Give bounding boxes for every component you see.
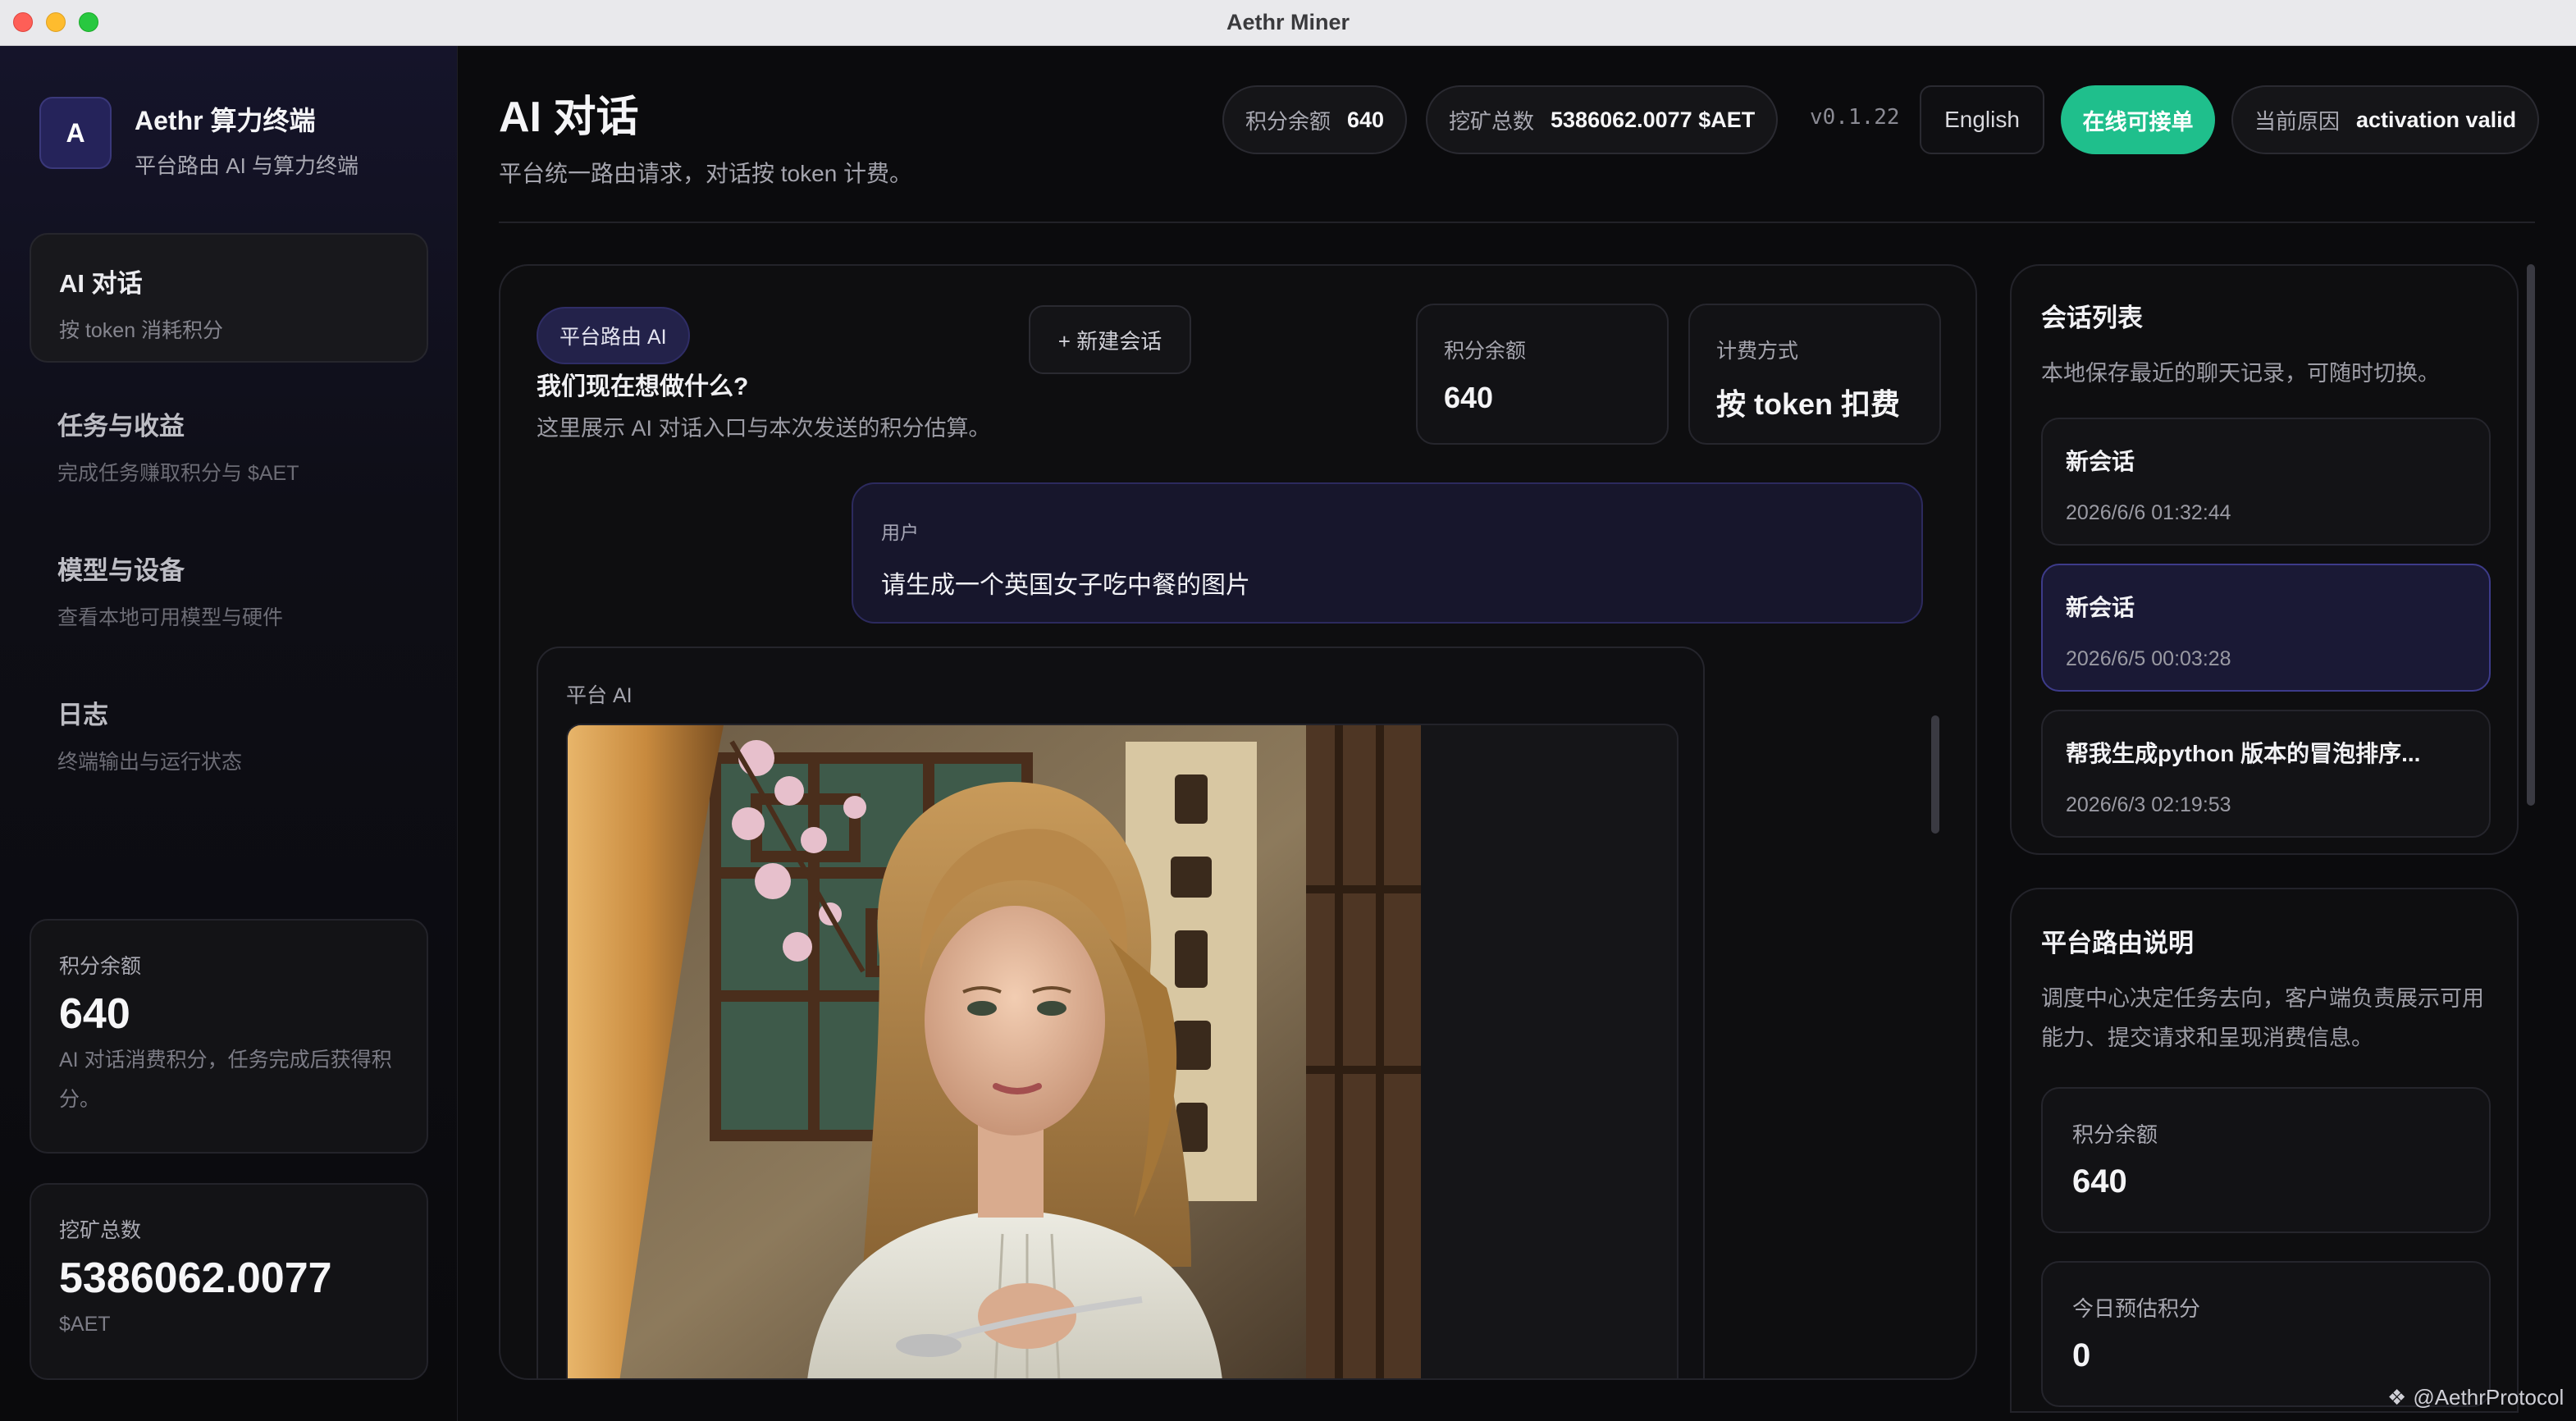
message-text: 请生成一个英国女子吃中餐的图片 (881, 572, 1250, 599)
watermark-text: @AethrProtocol (2413, 1385, 2565, 1410)
sidebar-item-logs[interactable]: 日志 终端输出与运行状态 (30, 666, 428, 796)
session-list: 新会话 2026/6/6 01:32:44 新会话 2026/6/5 00:03… (2041, 418, 2491, 838)
chat-points-stat: 积分余额 640 (1416, 304, 1669, 445)
header-divider (499, 222, 2535, 223)
mined-label: 挖矿总数 (59, 1219, 142, 1242)
status-reason-pill: 当前原因 activation valid (2231, 85, 2540, 154)
sidebar-item-label: 日志 (57, 701, 108, 729)
watermark: ❖ @AethrProtocol (2387, 1385, 2564, 1410)
chat-description: 这里展示 AI 对话入口与本次发送的积分估算。 (537, 416, 991, 441)
new-chat-button[interactable]: + 新建会话 (1029, 305, 1191, 374)
language-button[interactable]: English (1920, 85, 2044, 154)
page-subtitle: 平台统一路由请求，对话按 token 计费。 (499, 161, 913, 186)
chat-billing-stat: 计费方式 按 token 扣费 (1688, 304, 1941, 445)
session-time: 2026/6/6 01:32:44 (2066, 501, 2231, 524)
route-card-value: 0 (2072, 1337, 2091, 1373)
generated-image[interactable] (568, 725, 1421, 1380)
page-title: AI 对话 (499, 94, 639, 141)
sidebar-item-models[interactable]: 模型与设备 查看本地可用模型与硬件 (30, 522, 428, 651)
route-info-panel: 平台路由说明 调度中心决定任务去向，客户端负责展示可用能力、提交请求和呈现消费信… (2010, 888, 2519, 1413)
session-title: 新会话 (2066, 595, 2135, 620)
session-list-title: 会话列表 (2041, 304, 2143, 332)
stat-value: 按 token 扣费 (1716, 387, 1901, 421)
route-badge: 平台路由 AI (537, 307, 690, 364)
brand-avatar: A (39, 97, 112, 169)
session-time: 2026/6/3 02:19:53 (2066, 793, 2231, 816)
session-title: 新会话 (2066, 449, 2135, 474)
sidebar-item-ai-chat[interactable]: AI 对话 按 token 消耗积分 (30, 233, 428, 363)
sidebar-item-label: AI 对话 (59, 269, 143, 298)
session-title: 帮我生成python 版本的冒泡排序... (2066, 741, 2421, 766)
sidebar-item-subtitle: 按 token 消耗积分 (59, 319, 224, 342)
sidebar-item-subtitle: 终端输出与运行状态 (57, 751, 243, 774)
right-column-scrollbar[interactable] (2527, 264, 2535, 806)
route-points-card: 积分余额 640 (2041, 1087, 2491, 1233)
sidebar-points-card: 积分余额 640 AI 对话消费积分，任务完成后获得积分。 (30, 919, 428, 1154)
session-item[interactable]: 帮我生成python 版本的冒泡排序... 2026/6/3 02:19:53 (2041, 710, 2491, 838)
window-titlebar: Aethr Miner (0, 0, 2576, 46)
chat-scrollbar[interactable] (1931, 715, 1939, 834)
points-value: 640 (59, 990, 130, 1038)
generated-image-frame (566, 724, 1679, 1380)
sidebar-item-subtitle: 完成任务赚取积分与 $AET (57, 462, 299, 485)
brand-subtitle: 平台路由 AI 与算力终端 (135, 153, 359, 178)
sidebar-nav: AI 对话 按 token 消耗积分 任务与收益 完成任务赚取积分与 $AET … (30, 233, 428, 811)
chat-heading: 我们现在想做什么? (537, 373, 749, 400)
status-reason-label: 当前原因 (2254, 108, 2341, 134)
mined-value: 5386062.0077 (59, 1254, 332, 1302)
session-item[interactable]: 新会话 2026/6/6 01:32:44 (2041, 418, 2491, 546)
header-points-value: 640 (1347, 107, 1385, 132)
header-mined-label: 挖矿总数 (1449, 108, 1535, 134)
route-info-description: 调度中心决定任务去向，客户端负责展示可用能力、提交请求和呈现消费信息。 (2041, 986, 2484, 1050)
chat-panel: 平台路由 AI + 新建会话 我们现在想做什么? 这里展示 AI 对话入口与本次… (499, 264, 1977, 1380)
sidebar-mined-card: 挖矿总数 5386062.0077 $AET (30, 1183, 428, 1380)
window-title: Aethr Miner (1226, 10, 1350, 34)
route-card-label: 今日预估积分 (2072, 1296, 2201, 1321)
diamond-icon: ❖ (2387, 1385, 2407, 1410)
sidebar-item-tasks[interactable]: 任务与收益 完成任务赚取积分与 $AET (30, 377, 428, 507)
header-mined-value: 5386062.0077 $AET (1551, 107, 1756, 132)
message-role: 用户 (881, 522, 919, 543)
route-card-label: 积分余额 (2072, 1122, 2158, 1147)
route-card-value: 640 (2072, 1163, 2127, 1199)
online-status-button[interactable]: 在线可接单 (2061, 85, 2215, 154)
maximize-window-button[interactable] (79, 12, 98, 32)
minimize-window-button[interactable] (46, 12, 66, 32)
sidebar: A Aethr 算力终端 平台路由 AI 与算力终端 AI 对话 按 token… (0, 46, 458, 1421)
header-points-pill: 积分余额 640 (1222, 85, 1408, 154)
session-list-panel: 会话列表 本地保存最近的聊天记录，可随时切换。 新会话 2026/6/6 01:… (2010, 264, 2519, 855)
close-window-button[interactable] (13, 12, 33, 32)
brand-name: Aethr 算力终端 (135, 106, 316, 135)
session-list-description: 本地保存最近的聊天记录，可随时切换。 (2041, 361, 2440, 386)
sidebar-item-subtitle: 查看本地可用模型与硬件 (57, 606, 284, 629)
stat-value: 640 (1444, 381, 1494, 414)
brand: A Aethr 算力终端 平台路由 AI 与算力终端 (39, 97, 359, 180)
header-mined-pill: 挖矿总数 5386062.0077 $AET (1426, 85, 1779, 154)
window-controls (13, 12, 98, 32)
ai-message: 平台 AI (537, 647, 1705, 1380)
points-label: 积分余额 (59, 955, 142, 978)
header-points-label: 积分余额 (1245, 108, 1331, 134)
sidebar-item-label: 模型与设备 (57, 556, 185, 585)
stat-label: 计费方式 (1716, 340, 1799, 363)
mined-unit: $AET (59, 1313, 111, 1336)
points-description: AI 对话消费积分，任务完成后获得积分。 (59, 1049, 392, 1111)
version-label: v0.1.22 (1810, 105, 1900, 130)
route-info-title: 平台路由说明 (2041, 929, 2194, 957)
status-reason-value: activation valid (2356, 107, 2517, 132)
message-role: 平台 AI (566, 684, 633, 707)
stat-label: 积分余额 (1444, 340, 1527, 363)
session-item-active[interactable]: 新会话 2026/6/5 00:03:28 (2041, 564, 2491, 692)
user-message: 用户 请生成一个英国女子吃中餐的图片 (852, 482, 1923, 624)
sidebar-item-label: 任务与收益 (57, 412, 185, 441)
session-time: 2026/6/5 00:03:28 (2066, 647, 2231, 670)
